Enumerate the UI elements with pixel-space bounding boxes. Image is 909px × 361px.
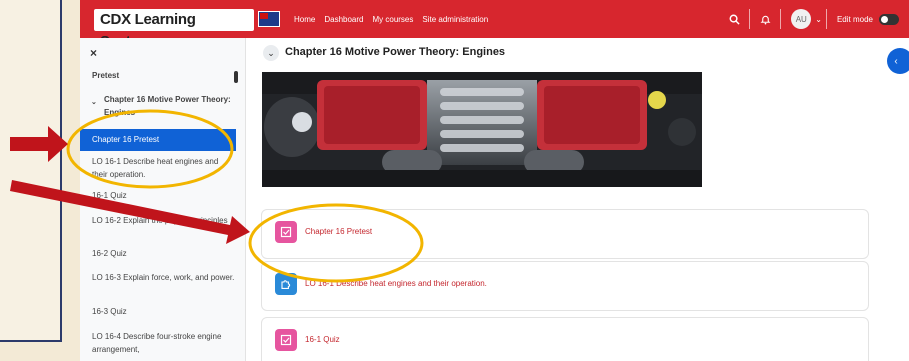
- nav-divider: [780, 9, 782, 29]
- sidebar-item-16-1-quiz[interactable]: 16-1 Quiz: [80, 189, 236, 202]
- nav-right: AU ⌄ Edit mode: [723, 0, 909, 38]
- nav-divider: [749, 9, 751, 29]
- sidebar-item-chapter-16-pretest[interactable]: Chapter 16 Pretest: [80, 129, 236, 151]
- search-icon[interactable]: [723, 8, 745, 30]
- chapter-title: Chapter 16 Motive Power Theory: Engines: [285, 46, 506, 58]
- avatar[interactable]: AU: [791, 9, 812, 29]
- chevron-down-icon[interactable]: ⌄: [91, 96, 97, 109]
- chevron-left-icon[interactable]: ‹: [887, 48, 909, 74]
- chevron-down-icon[interactable]: ⌄: [263, 45, 279, 61]
- quiz-icon: [275, 221, 297, 243]
- sidebar-item-16-2-quiz[interactable]: 16-2 Quiz: [80, 247, 236, 260]
- quiz-icon: [275, 329, 297, 351]
- activity-chapter-16-pretest[interactable]: Chapter 16 Pretest: [261, 209, 869, 259]
- edit-mode-toggle[interactable]: [879, 13, 899, 25]
- nav-dashboard[interactable]: Dashboard: [324, 15, 363, 24]
- edit-mode-label: Edit mode: [836, 14, 873, 24]
- puzzle-icon: [275, 273, 297, 295]
- chevron-down-icon[interactable]: ⌄: [815, 15, 822, 24]
- close-icon[interactable]: ×: [90, 46, 97, 60]
- nav-home[interactable]: Home: [294, 15, 315, 24]
- course-main-content: ⌄ Chapter 16 Motive Power Theory: Engine…: [245, 38, 909, 361]
- activity-16-1-quiz[interactable]: 16-1 Quiz: [261, 317, 869, 361]
- activity-link[interactable]: Chapter 16 Pretest: [305, 227, 372, 236]
- engine-illustration: [262, 72, 702, 187]
- engine-image: [262, 72, 702, 187]
- nav-my-courses[interactable]: My courses: [372, 15, 413, 24]
- sidebar-item-16-3-quiz[interactable]: 16-3 Quiz: [80, 305, 236, 318]
- activity-lo-16-1[interactable]: LO 16-1 Describe heat engines and their …: [261, 261, 869, 311]
- bell-icon[interactable]: [754, 8, 776, 30]
- brand-logo[interactable]: CDX Learning Systems: [94, 9, 254, 50]
- sidebar-section-chapter-16[interactable]: ⌄ Chapter 16 Motive Power Theory: Engine…: [80, 93, 236, 119]
- background-paper: [0, 0, 62, 342]
- flag-icon: [258, 11, 280, 27]
- edit-mode-control: Edit mode: [836, 13, 899, 25]
- nav-links: Home Dashboard My courses Site administr…: [294, 0, 488, 38]
- browser-screen: CDX Learning Systems Home Dashboard My c…: [80, 0, 909, 361]
- sidebar-item-pretest[interactable]: Pretest: [80, 69, 236, 82]
- sidebar-item-lo-16-1[interactable]: LO 16-1 Describe heat engines and their …: [80, 155, 236, 181]
- activity-link[interactable]: LO 16-1 Describe heat engines and their …: [305, 279, 487, 288]
- sidebar-item-lo-16-4[interactable]: LO 16-4 Describe four-stroke engine arra…: [80, 330, 236, 356]
- sidebar-section-label: Chapter 16 Motive Power Theory: Engines: [104, 95, 231, 117]
- course-index-sidebar: × Pretest ⌄ Chapter 16 Motive Power Theo…: [80, 38, 246, 361]
- sidebar-item-lo-16-2[interactable]: LO 16-2 Explain the physics principles: [80, 214, 236, 227]
- activity-link[interactable]: 16-1 Quiz: [305, 335, 340, 344]
- top-navbar: CDX Learning Systems Home Dashboard My c…: [80, 0, 909, 50]
- nav-divider: [825, 9, 827, 29]
- nav-site-administration[interactable]: Site administration: [422, 15, 488, 24]
- sidebar-item-lo-16-3[interactable]: LO 16-3 Explain force, work, and power.: [80, 271, 236, 284]
